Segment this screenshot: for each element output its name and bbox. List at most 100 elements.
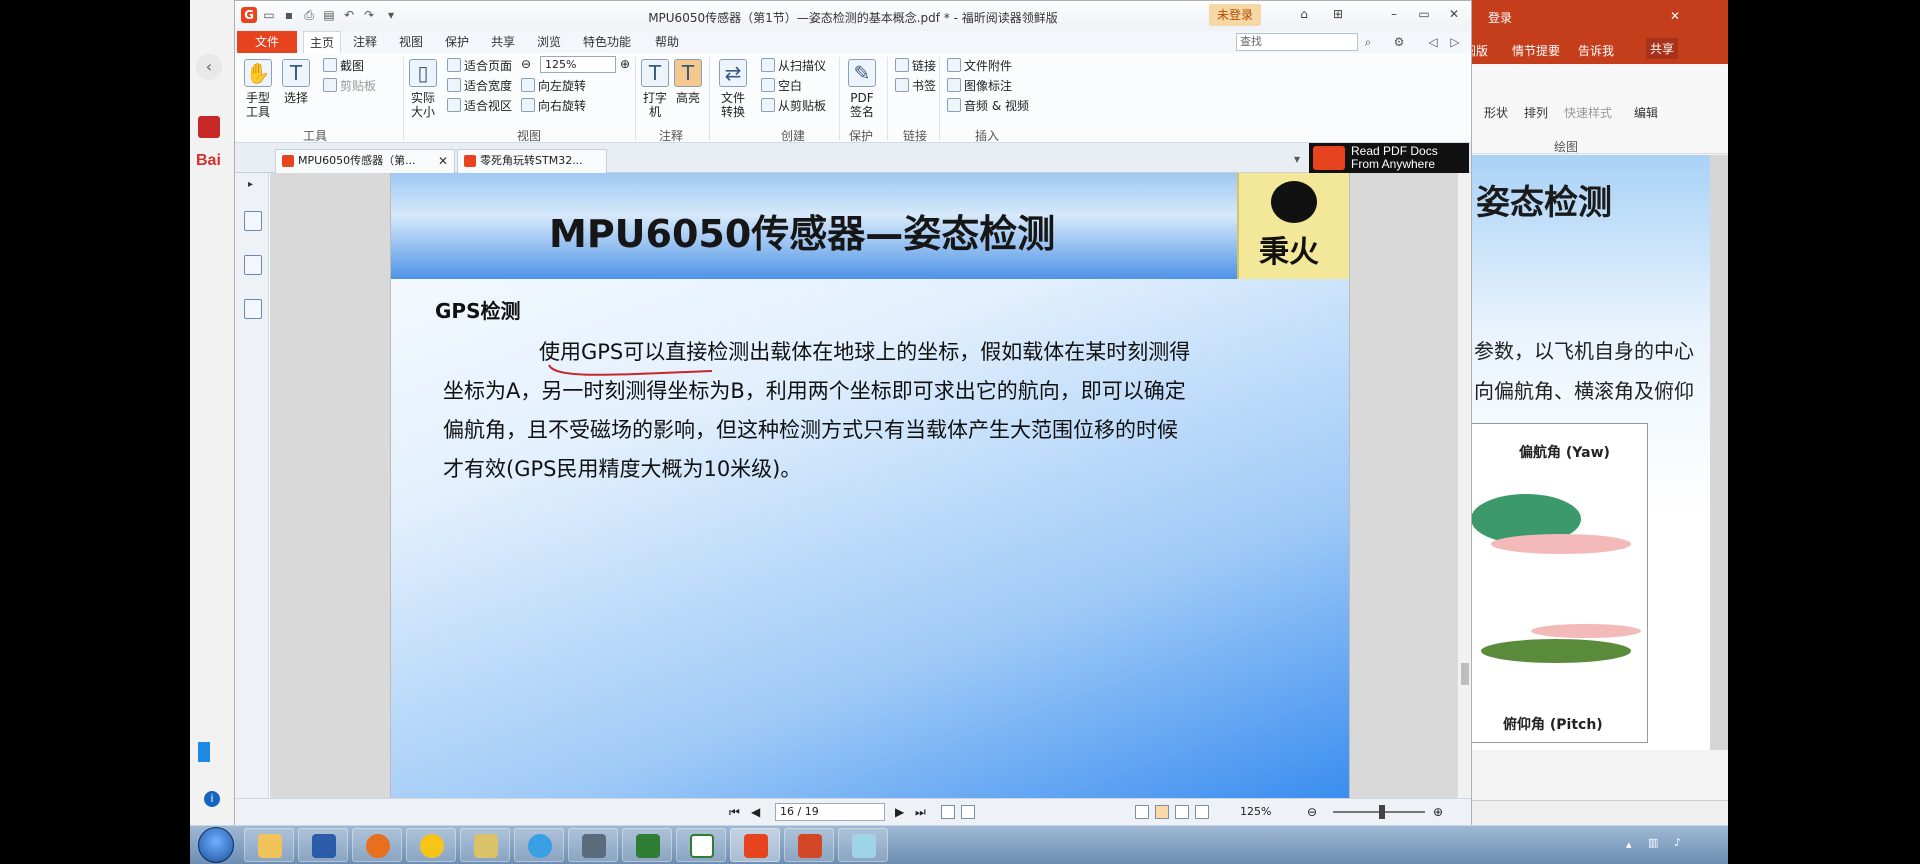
tab-stm32[interactable]: 零死角玩转STM32... <box>457 149 607 173</box>
menu-comment[interactable]: 注释 <box>347 31 383 53</box>
first-page-icon[interactable]: ⏮ <box>729 805 740 820</box>
facing-view-icon[interactable] <box>1175 805 1189 819</box>
foxit-menubar: 文件 主页 注释 视图 保护 共享 浏览 特色功能 帮助 查找 ⌕ ⚙ ◁ ▷ <box>235 31 1471 53</box>
zoom-slider[interactable] <box>1333 805 1425 819</box>
menu-file[interactable]: 文件 <box>237 31 298 53</box>
search-icon[interactable]: ⌕ <box>1360 34 1376 50</box>
ppt-arrange-button[interactable]: 排列 <box>1524 104 1548 121</box>
maximize-button[interactable]: ▭ <box>1411 5 1437 23</box>
blank-button[interactable]: 空白 <box>761 77 802 94</box>
typewriter-button[interactable]: T 打字机 <box>641 59 669 119</box>
volume-icon[interactable]: ♪ <box>1674 836 1681 849</box>
file-convert-button[interactable]: ⇄ 文件转换 <box>717 59 749 119</box>
menu-browse[interactable]: 浏览 <box>531 31 567 53</box>
copy-page-icon[interactable] <box>941 805 955 819</box>
fit-width-button[interactable]: 适合宽度 <box>447 77 512 94</box>
network-icon[interactable]: ▥ <box>1648 836 1658 849</box>
taskbar-explorer[interactable] <box>244 828 294 862</box>
grid-icon[interactable]: ⊞ <box>1325 5 1351 23</box>
ppt-tab-2[interactable]: 告诉我 <box>1578 42 1614 59</box>
audio-video-button[interactable]: 音频 & 视频 <box>947 97 1029 114</box>
taskbar-powerpoint[interactable] <box>784 828 834 862</box>
ppt-quick-styles-button[interactable]: 快速样式 <box>1564 104 1612 121</box>
actual-size-button[interactable]: ▯ 实际大小 <box>409 59 437 119</box>
fit-page-button[interactable]: 适合页面 <box>447 57 512 74</box>
fit-visible-button[interactable]: 适合视区 <box>447 97 512 114</box>
ppt-share-button[interactable]: 共享 <box>1646 38 1679 59</box>
menu-share[interactable]: 共享 <box>485 31 521 53</box>
hand-tool-button[interactable]: ✋ 手型工具 <box>243 59 273 119</box>
close-button[interactable]: ✕ <box>1441 5 1467 23</box>
from-clipboard-button[interactable]: 从剪贴板 <box>761 97 826 114</box>
back-arrow-icon[interactable]: ‹ <box>196 54 222 80</box>
menu-features[interactable]: 特色功能 <box>577 31 637 53</box>
menu-view[interactable]: 视图 <box>393 31 429 53</box>
taskbar-app-9[interactable] <box>676 828 726 862</box>
promo-banner[interactable]: Read PDF Docs From Anywhere <box>1309 143 1469 173</box>
taskbar-app-7[interactable] <box>568 828 618 862</box>
highlight-button[interactable]: T 高亮 <box>673 59 703 105</box>
ppt-login-button[interactable]: 登录 <box>1488 9 1512 26</box>
background-browser-window: ‹ Bai i <box>190 0 235 825</box>
prev-result-icon[interactable]: ◁ <box>1425 34 1441 50</box>
prev-page-icon[interactable]: ◀ <box>751 805 760 819</box>
taskbar-foxit[interactable] <box>730 828 780 862</box>
zoom-in-status-icon[interactable]: ⊕ <box>1433 805 1443 819</box>
tab-list-chevron-icon[interactable]: ▾ <box>1289 151 1305 167</box>
pdf-sign-button[interactable]: ✎ PDF签名 <box>847 59 877 119</box>
clipboard-button[interactable]: 剪贴板 <box>323 77 376 94</box>
rotate-left-button[interactable]: 向左旋转 <box>521 77 586 94</box>
from-scanner-button[interactable]: 从扫描仪 <box>761 57 826 74</box>
image-annotation-button[interactable]: 图像标注 <box>947 77 1012 94</box>
ppt-edit-button[interactable]: 编辑 <box>1634 104 1658 121</box>
rotate-right-button[interactable]: 向右旋转 <box>521 97 586 114</box>
ppt-close-icon[interactable]: ✕ <box>1670 9 1680 23</box>
zoom-select[interactable]: 125% <box>540 56 616 73</box>
single-page-view-icon[interactable] <box>1135 805 1149 819</box>
next-result-icon[interactable]: ▷ <box>1447 34 1463 50</box>
skin-icon[interactable]: ⌂ <box>1291 5 1317 23</box>
menu-protect[interactable]: 保护 <box>439 31 475 53</box>
expand-sidebar-icon[interactable]: ▸ <box>248 179 253 190</box>
pages-icon[interactable] <box>244 211 262 231</box>
taskbar-powershell[interactable] <box>298 828 348 862</box>
menu-home[interactable]: 主页 <box>303 31 342 53</box>
start-button[interactable] <box>198 827 234 863</box>
taskbar-app-5[interactable] <box>460 828 510 862</box>
minimize-button[interactable]: – <box>1381 5 1407 23</box>
paste-page-icon[interactable] <box>961 805 975 819</box>
last-page-icon[interactable]: ⏭ <box>915 805 926 820</box>
close-tab-icon[interactable]: ✕ <box>438 150 448 172</box>
link-button[interactable]: 链接 <box>895 57 936 74</box>
zoom-in-icon[interactable]: ⊕ <box>620 57 630 71</box>
zoom-slider-knob[interactable] <box>1379 805 1385 819</box>
select-tool-button[interactable]: T 选择 <box>281 59 311 105</box>
taskbar-app-4[interactable] <box>406 828 456 862</box>
login-button[interactable]: 未登录 <box>1208 4 1261 26</box>
ppt-tab-1[interactable]: 情节提要 <box>1512 42 1560 59</box>
ppt-shape-button[interactable]: 形状 <box>1484 104 1508 121</box>
page-number-input[interactable]: 16 / 19 <box>775 803 885 821</box>
taskbar-app-8[interactable] <box>622 828 672 862</box>
next-page-icon[interactable]: ▶ <box>895 805 904 819</box>
split-view-icon[interactable] <box>1195 805 1209 819</box>
zoom-out-status-icon[interactable]: ⊖ <box>1307 805 1317 819</box>
vertical-scrollbar[interactable] <box>1457 173 1471 798</box>
continuous-view-icon[interactable] <box>1155 805 1169 819</box>
menu-help[interactable]: 帮助 <box>649 31 685 53</box>
zoom-out-icon[interactable]: ⊖ <box>521 57 531 71</box>
bookmark-button[interactable]: 书签 <box>895 77 936 94</box>
settings-icon[interactable]: ⚙ <box>1391 34 1407 50</box>
screenshot-button[interactable]: 截图 <box>323 57 364 74</box>
tab-mpu6050[interactable]: MPU6050传感器（第... ✕ <box>275 149 455 173</box>
document-view[interactable]: MPU6050传感器—姿态检测 秉火 GPS检测 使用GPS可以直接检测出载体在… <box>270 173 1458 798</box>
taskbar-firefox[interactable] <box>352 828 402 862</box>
scrollbar-thumb[interactable] <box>1461 663 1469 685</box>
taskbar-app-12[interactable] <box>838 828 888 862</box>
tray-expand-icon[interactable]: ▴ <box>1626 838 1632 851</box>
file-attachment-button[interactable]: 文件附件 <box>947 57 1012 74</box>
layers-icon[interactable] <box>244 255 262 275</box>
comments-icon[interactable] <box>244 299 262 319</box>
taskbar-browser[interactable] <box>514 828 564 862</box>
search-input[interactable]: 查找 <box>1236 33 1358 51</box>
